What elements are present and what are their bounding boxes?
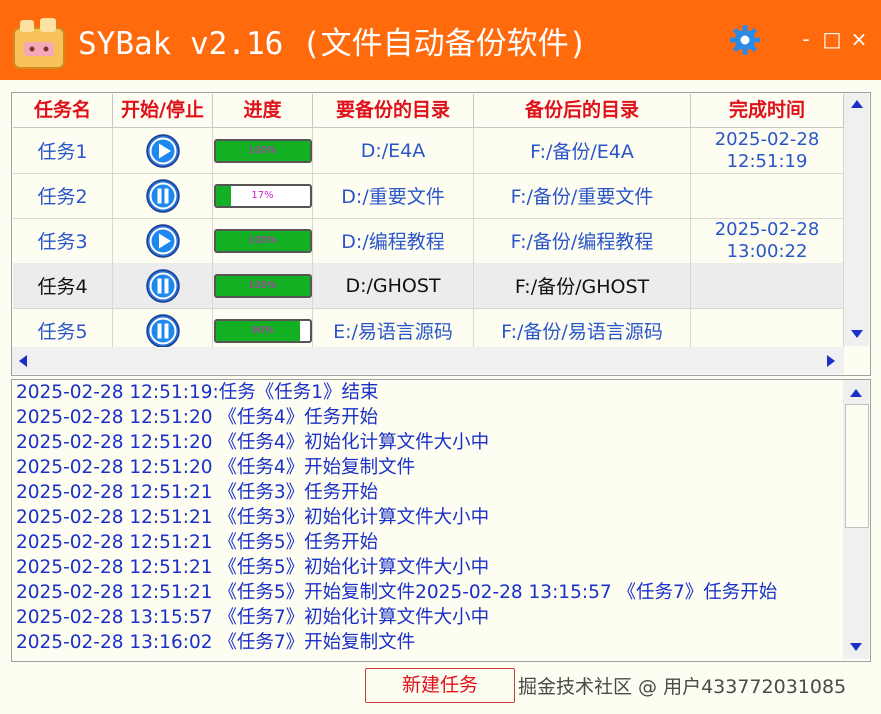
play-icon[interactable] [145, 133, 180, 168]
progress-label: 100% [248, 144, 277, 156]
progress-cell: 90% [213, 308, 313, 347]
progress-cell: 17% [213, 173, 313, 218]
close-button[interactable]: × [849, 26, 869, 52]
target-dir: F:/备份/易语言源码 [474, 308, 691, 347]
finish-time [691, 263, 844, 308]
title-bar: SYBak v2.16 (文件自动备份软件) - □ × [0, 0, 881, 80]
finish-time: 2025-02-28 13:00:22 [691, 218, 844, 263]
progress-bar: 90% [213, 318, 312, 343]
finish-time [691, 308, 844, 347]
header-target-dir[interactable]: 备份后的目录 [474, 94, 691, 128]
log-line: 2025-02-28 12:51:19:任务《任务1》结束 [16, 382, 379, 403]
table-vertical-scrollbar[interactable] [844, 93, 869, 346]
table-row[interactable]: 任务2 17% D:/重要文件 F:/备份/重要文件 [13, 173, 844, 219]
scroll-up-icon[interactable] [850, 99, 864, 109]
source-dir: D:/E4A [313, 128, 474, 173]
task-name: 任务4 [13, 263, 113, 308]
header-finish-time[interactable]: 完成时间 [691, 94, 844, 128]
start-stop-cell [113, 263, 213, 308]
log-text: 2025-02-28 12:51:19:任务《任务1》结束 2025-02-28 … [16, 380, 832, 659]
task-table: 任务名 开始/停止 进度 要备份的目录 备份后的目录 完成时间 任务1 100% D… [11, 92, 871, 376]
target-dir: F:/备份/重要文件 [474, 173, 691, 218]
progress-cell: 100% [213, 218, 313, 263]
app-logo-icon [13, 18, 65, 69]
finish-date: 2025-02-28 [714, 128, 820, 150]
table-row[interactable]: 任务4 100% D:/GHOST F:/备份/GHOST [13, 263, 844, 309]
target-dir: F:/备份/GHOST [474, 263, 691, 308]
header-source-dir[interactable]: 要备份的目录 [313, 94, 474, 128]
progress-label: 100% [248, 234, 277, 246]
scroll-right-icon[interactable] [826, 354, 836, 368]
new-task-button[interactable]: 新建任务 [365, 668, 515, 703]
scroll-down-icon[interactable] [849, 642, 863, 652]
finish-clock: 12:51:19 [726, 150, 808, 172]
table-row[interactable]: 任务3 100% D:/编程教程 F:/备份/编程教程 2025-02-28 13:00:… [13, 218, 844, 264]
pause-icon[interactable] [145, 313, 180, 348]
task-grid: 任务名 开始/停止 进度 要备份的目录 备份后的目录 完成时间 任务1 100% D… [13, 94, 844, 347]
minimize-button[interactable]: - [796, 26, 816, 52]
log-line: 2025-02-28 12:51:21 《任务3》初始化计算文件大小中 [16, 507, 490, 528]
progress-label: 90% [251, 324, 274, 336]
start-stop-cell [113, 218, 213, 263]
progress-bar: 100% [213, 138, 312, 163]
target-dir: F:/备份/编程教程 [474, 218, 691, 263]
log-line: 2025-02-28 13:15:57 《任务7》初始化计算文件大小中 [16, 607, 490, 628]
log-scroll-thumb[interactable] [845, 404, 869, 528]
progress-label: 100% [248, 279, 277, 291]
finish-time: 2025-02-28 12:51:19 [691, 128, 844, 173]
header-progress[interactable]: 进度 [213, 94, 313, 128]
finish-clock: 13:00:22 [726, 240, 808, 262]
progress-cell: 100% [213, 263, 313, 308]
finish-date: 2025-02-28 [714, 218, 820, 240]
task-name: 任务3 [13, 218, 113, 263]
log-panel: 2025-02-28 12:51:19:任务《任务1》结束 2025-02-28 … [11, 379, 871, 662]
progress-bar: 100% [213, 273, 312, 298]
task-name: 任务2 [13, 173, 113, 218]
source-dir: D:/编程教程 [313, 218, 474, 263]
header-start-stop[interactable]: 开始/停止 [113, 94, 213, 128]
watermark: 掘金技术社区 @ 用户433772031085 [518, 676, 847, 698]
target-dir: F:/备份/E4A [474, 128, 691, 173]
source-dir: D:/重要文件 [313, 173, 474, 218]
play-icon[interactable] [145, 223, 180, 258]
gear-icon[interactable] [729, 24, 761, 56]
progress-cell: 100% [213, 128, 313, 173]
app-title: SYBak v2.16 (文件自动备份软件) [78, 26, 588, 62]
progress-bar: 17% [213, 183, 312, 208]
log-line: 2025-02-28 12:51:20 《任务4》初始化计算文件大小中 [16, 432, 490, 453]
log-line: 2025-02-28 12:51:21 《任务5》任务开始 [16, 532, 379, 553]
table-row[interactable]: 任务1 100% D:/E4A F:/备份/E4A 2025-02-28 12:51:19 [13, 128, 844, 174]
log-line: 2025-02-28 12:51:21 《任务3》任务开始 [16, 482, 379, 503]
log-vertical-scrollbar[interactable] [843, 380, 869, 659]
log-line: 2025-02-28 12:51:21 《任务5》初始化计算文件大小中 [16, 557, 490, 578]
maximize-button[interactable]: □ [822, 26, 842, 52]
source-dir: D:/GHOST [313, 263, 474, 308]
table-horizontal-scrollbar[interactable] [12, 347, 844, 374]
start-stop-cell [113, 128, 213, 173]
pause-icon[interactable] [145, 178, 180, 213]
start-stop-cell [113, 173, 213, 218]
log-line: 2025-02-28 12:51:20 《任务4》开始复制文件 [16, 457, 416, 478]
log-line: 2025-02-28 12:51:21 《任务5》开始复制文件2025-02-2… [16, 582, 778, 603]
start-stop-cell [113, 308, 213, 347]
header-task-name[interactable]: 任务名 [13, 94, 113, 128]
pause-icon[interactable] [145, 268, 180, 303]
task-name: 任务5 [13, 308, 113, 347]
source-dir: E:/易语言源码 [313, 308, 474, 347]
progress-bar: 100% [213, 228, 312, 253]
scroll-up-icon[interactable] [849, 388, 863, 398]
scroll-down-icon[interactable] [850, 329, 864, 339]
log-line: 2025-02-28 12:51:20 《任务4》任务开始 [16, 407, 379, 428]
progress-label: 17% [251, 189, 274, 201]
table-row[interactable]: 任务5 90% E:/易语言源码 F:/备份/易语言源码 [13, 308, 844, 347]
finish-time [691, 173, 844, 218]
task-name: 任务1 [13, 128, 113, 173]
scroll-left-icon[interactable] [18, 354, 28, 368]
log-line: 2025-02-28 13:16:02 《任务7》开始复制文件 [16, 632, 416, 653]
